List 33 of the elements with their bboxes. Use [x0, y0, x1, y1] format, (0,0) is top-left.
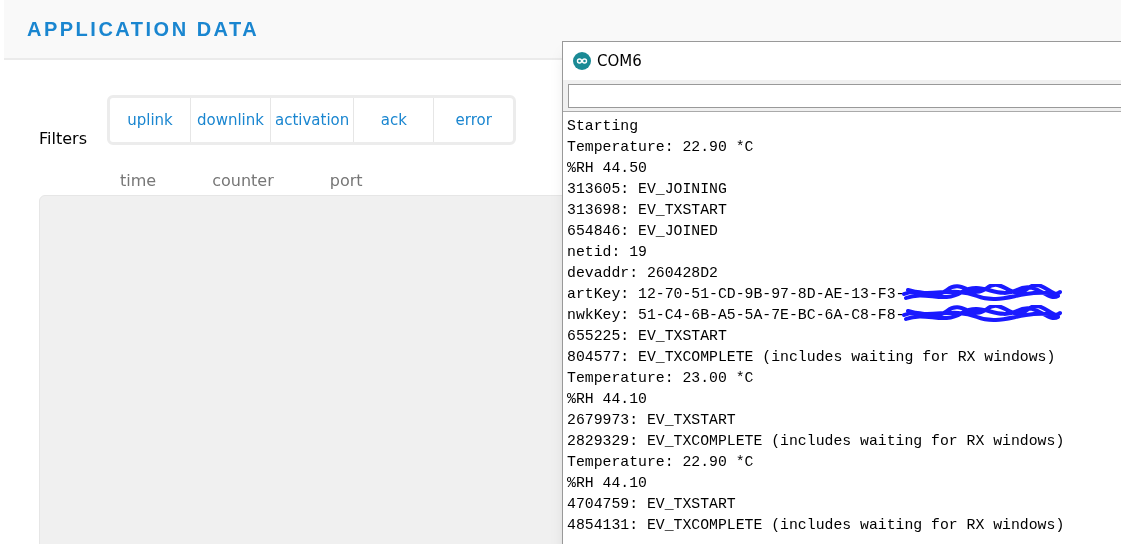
serial-output-line: 313605: EV_JOINING	[567, 179, 727, 199]
filter-button[interactable]: activation	[269, 98, 354, 142]
serial-output-line: netid: 19	[567, 242, 647, 262]
serial-output-line: %RH 44.10	[567, 389, 647, 409]
serial-output-line: %RH 44.50	[567, 158, 647, 178]
serial-output-line: artKey: 12-70-51-CD-9B-97-8D-AE-13-F3-	[567, 284, 905, 304]
serial-output-line: 2679973: EV_TXSTART	[567, 410, 736, 430]
serial-output-line: Temperature: 22.90 *C	[567, 137, 754, 157]
filters-label: Filters	[39, 128, 87, 150]
serial-output-line: 4704759: EV_TXSTART	[567, 494, 736, 514]
serial-output-line: 654846: EV_JOINED	[567, 221, 718, 241]
serial-output-line: Starting	[567, 116, 639, 136]
serial-output-line: 313698: EV_TXSTART	[567, 200, 727, 220]
serial-output-line: nwkKey: 51-C4-6B-A5-5A-7E-BC-6A-C8-F8-	[567, 305, 905, 325]
serial-output-line: Temperature: 22.90 *C	[567, 452, 754, 472]
serial-output-line: 804577: EV_TXCOMPLETE (includes waiting for RX windows)	[567, 347, 1056, 367]
window-title: COM6	[597, 50, 642, 72]
serial-input-field[interactable]	[568, 83, 1121, 108]
page-title: APPLICATION DATA	[27, 17, 260, 42]
serial-output-line: Temperature: 23.00 *C	[567, 368, 754, 388]
column-header: port	[329, 170, 363, 192]
filter-button[interactable]: error	[433, 98, 514, 142]
infinity-logo-icon	[573, 52, 591, 70]
serial-output-line: devaddr: 260428D2	[567, 263, 718, 283]
column-header: counter	[212, 170, 274, 192]
serial-output-line: 2829329: EV_TXCOMPLETE (includes waiting for RX windows)	[567, 431, 1065, 451]
column-header: time	[120, 170, 157, 192]
serial-output-line: 655225: EV_TXSTART	[567, 326, 727, 346]
filter-button[interactable]: ack	[353, 98, 434, 142]
filter-button[interactable]: downlink	[189, 98, 270, 142]
serial-output-line: %RH 44.10	[567, 473, 647, 493]
filter-button[interactable]: uplink	[109, 98, 190, 142]
serial-output-line: 4854131: EV_TXCOMPLETE (includes waiting for RX windows)	[567, 515, 1065, 535]
